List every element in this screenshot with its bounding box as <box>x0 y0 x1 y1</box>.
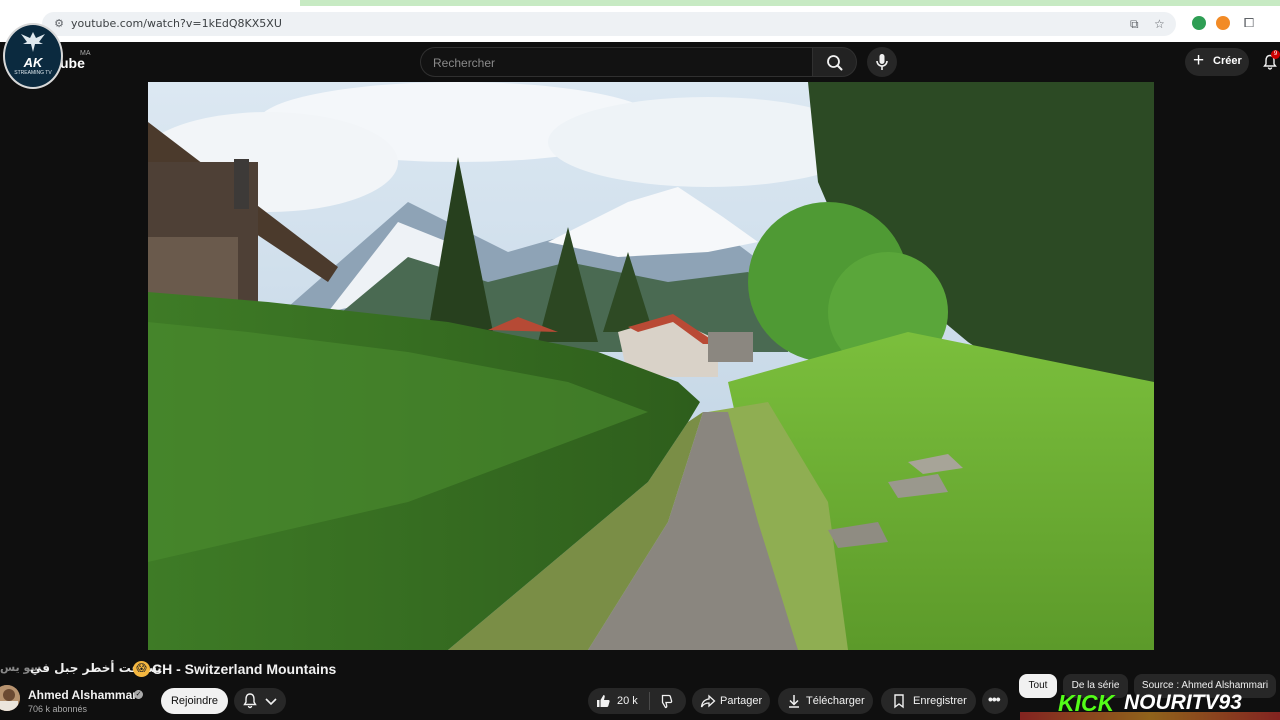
more-actions-button[interactable]: ••• <box>982 688 1008 714</box>
download-icon <box>786 693 802 709</box>
bookmark-icon <box>891 693 907 709</box>
join-button[interactable]: Rejoindre <box>161 688 228 714</box>
watermark-text: AK <box>23 55 43 70</box>
like-count: 20 k <box>617 695 638 707</box>
video-frame <box>148 82 1154 650</box>
stream-overlay-banner: KICK NOURITV93 <box>1020 690 1280 720</box>
thumbs-down-icon <box>661 694 673 709</box>
stream-watermark-logo: AK STREAMING TV <box>3 23 63 89</box>
streamer-name: NOURITV93 <box>1124 691 1242 714</box>
thumbs-up-icon <box>597 695 610 707</box>
scream-emoji-icon: 😱 <box>133 661 150 677</box>
microphone-icon <box>876 54 888 70</box>
search-icon <box>827 55 843 71</box>
notifications-badge: 9 <box>1271 50 1280 59</box>
voice-search-button[interactable] <box>867 47 897 77</box>
verified-icon: ✓ <box>134 690 143 699</box>
share-label: Partager <box>720 695 763 707</box>
create-button[interactable]: + Créer <box>1185 48 1249 76</box>
like-button[interactable] <box>595 693 611 709</box>
youtube-logo[interactable]: ube <box>60 55 85 71</box>
extension-icon-green[interactable] <box>1192 16 1206 30</box>
bookmark-star-icon[interactable]: ☆ <box>1154 17 1165 31</box>
subscription-notifications-button[interactable] <box>234 688 286 714</box>
video-title-clipped: سو يس <box>0 661 41 677</box>
install-app-icon[interactable]: ⧉ <box>1130 17 1139 31</box>
watermark-subtext: STREAMING TV <box>14 70 52 76</box>
browser-toolbar: ⚙ youtube.com/watch?v=1kEdQ8KX5XU ⧉ ☆ ⧠ <box>0 0 1280 42</box>
download-label: Télécharger <box>806 695 865 707</box>
download-button[interactable]: Télécharger <box>778 688 873 714</box>
kick-logo-text: KICK <box>1058 690 1115 716</box>
search-button[interactable] <box>812 47 857 77</box>
bell-icon <box>243 693 257 709</box>
subscriber-count: 706 k abonnés <box>28 704 88 714</box>
search-placeholder: Rechercher <box>433 56 496 70</box>
save-label: Enregistrer <box>913 695 967 707</box>
save-button[interactable]: Enregistrer <box>881 688 976 714</box>
search-input[interactable]: Rechercher <box>420 47 812 77</box>
country-code: MA <box>80 50 91 57</box>
address-bar[interactable]: ⚙ youtube.com/watch?v=1kEdQ8KX5XU ⧉ ☆ <box>42 12 1176 36</box>
more-icon: ••• <box>988 691 1001 707</box>
url-text: youtube.com/watch?v=1kEdQ8KX5XU <box>71 17 282 30</box>
tab-strip-accent <box>300 0 1280 6</box>
extensions-puzzle-icon[interactable]: ⧠ <box>1242 16 1256 30</box>
eagle-icon <box>21 32 45 52</box>
site-settings-icon[interactable]: ⚙ <box>52 17 66 31</box>
like-dislike-group: 20 k <box>588 688 686 714</box>
youtube-header: ube MA Rechercher + Créer 9 <box>0 42 1280 82</box>
create-label: Créer <box>1213 55 1242 67</box>
dislike-button[interactable] <box>657 693 673 709</box>
channel-name[interactable]: Ahmed Alshammari <box>28 688 140 702</box>
plus-icon: + <box>1193 50 1205 71</box>
share-button[interactable]: Partager <box>692 688 770 714</box>
channel-avatar[interactable] <box>0 685 20 711</box>
share-icon <box>700 693 716 709</box>
like-divider <box>649 692 650 710</box>
extension-icon-orange[interactable] <box>1216 16 1230 30</box>
avatar-image <box>0 685 20 711</box>
video-title: سو يس تسلقت أخطر جبل في 😱 CH - Switzerla… <box>0 660 1000 680</box>
chevron-down-icon <box>265 698 277 706</box>
video-player[interactable] <box>148 82 1154 650</box>
video-title-english: CH - Switzerland Mountains <box>152 661 337 677</box>
